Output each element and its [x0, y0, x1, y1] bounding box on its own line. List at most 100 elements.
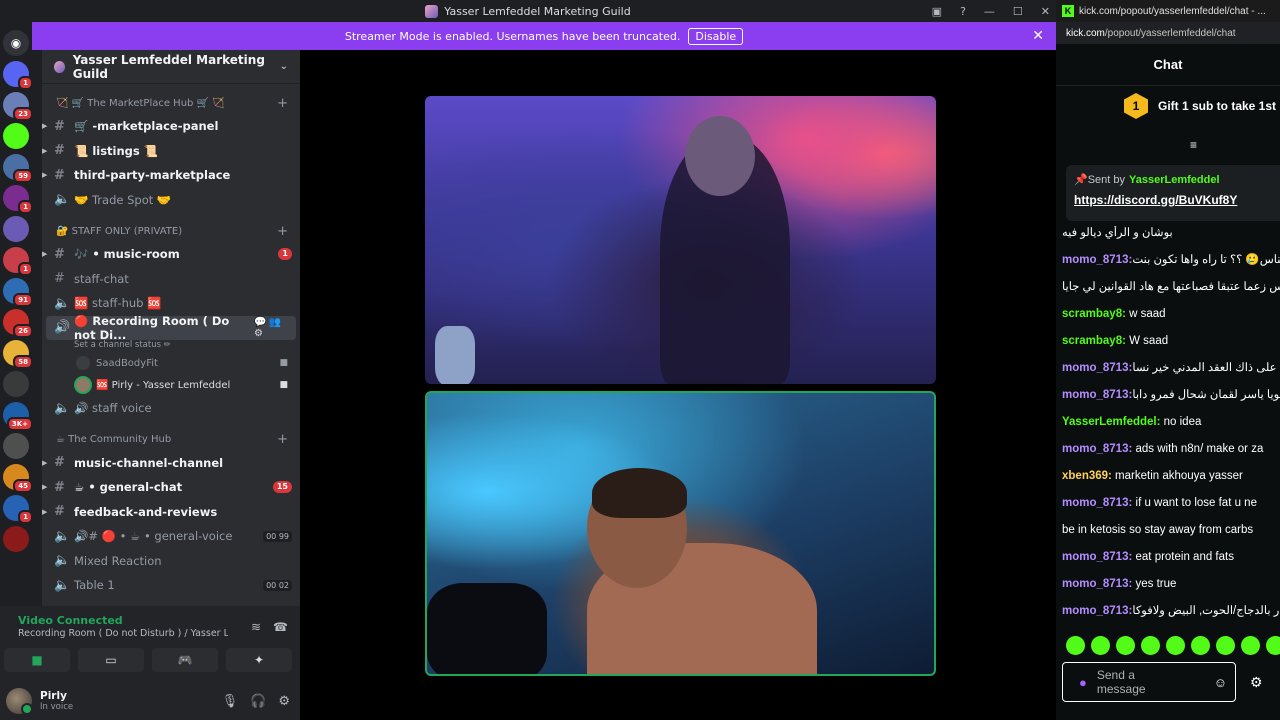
headphones-icon[interactable]: 🎧: [250, 694, 266, 709]
settings-gear-icon[interactable]: ⚙: [278, 694, 290, 709]
chat-username[interactable]: momo_8713:: [1062, 551, 1132, 563]
server-icon[interactable]: [3, 433, 29, 459]
chat-username[interactable]: momo_8713:: [1062, 254, 1132, 266]
channel-music-room[interactable]: ▶ # 🎶 • music-room 1: [42, 242, 300, 267]
chat-username[interactable]: momo_8713:: [1062, 578, 1132, 590]
close-icon[interactable]: ✕: [1041, 5, 1050, 18]
channel-staff-voice[interactable]: 🔈 🔊 staff voice: [42, 396, 300, 421]
channel-status[interactable]: Set a channel status ✏: [42, 340, 300, 352]
server-icon[interactable]: 1: [3, 61, 33, 90]
emote-icon[interactable]: [1191, 636, 1210, 655]
banner-close-icon[interactable]: ✕: [1032, 28, 1044, 44]
server-icon[interactable]: 26: [3, 309, 33, 338]
emote-icon[interactable]: [1216, 636, 1235, 655]
emote-icon[interactable]: [1266, 636, 1280, 655]
channel-marketplace-panel[interactable]: ▶ # 🛒 -marketplace-panel: [42, 114, 300, 139]
emoji-icon[interactable]: ☺: [1214, 675, 1227, 690]
user-status: In voice: [40, 702, 74, 712]
server-icon[interactable]: [3, 123, 29, 149]
emote-icon[interactable]: [1166, 636, 1185, 655]
video-tile[interactable]: [425, 96, 936, 384]
add-channel-icon[interactable]: +: [277, 96, 288, 111]
server-icon[interactable]: 1: [3, 247, 33, 276]
disconnect-icon[interactable]: ☎: [273, 620, 288, 634]
chat-settings-icon[interactable]: ⚙: [1250, 674, 1263, 691]
channel-recording-room[interactable]: 🔊 🔴 Recording Room ( Do not Di... 💬👥⚙: [46, 314, 296, 342]
server-icon[interactable]: 23: [3, 92, 33, 121]
speaker-icon: 🔈: [54, 192, 71, 208]
server-icon[interactable]: 1: [3, 185, 33, 214]
chat-message: momo_8713: eat protein and fats: [1056, 550, 1280, 565]
voice-member[interactable]: 🆘 Pirly - Yasser Lemfeddel ■: [42, 374, 300, 396]
server-icon[interactable]: [3, 526, 29, 552]
channel-staff-hub[interactable]: 🔈 🆘 staff-hub 🆘: [42, 291, 300, 316]
collapse-icon[interactable]: ≡: [1190, 138, 1197, 152]
add-channel-icon[interactable]: +: [277, 432, 288, 447]
channel-mixed-reaction[interactable]: 🔈 Mixed Reaction: [42, 549, 300, 574]
minimize-icon[interactable]: —: [984, 5, 995, 18]
server-icon[interactable]: 45: [3, 464, 33, 493]
video-tile-speaking[interactable]: [425, 391, 936, 676]
server-icon[interactable]: [3, 371, 29, 397]
channel-staff-chat[interactable]: # staff-chat: [42, 267, 300, 292]
add-channel-icon[interactable]: +: [277, 224, 288, 239]
camera-button[interactable]: ■: [4, 648, 70, 672]
user-info[interactable]: Pirly In voice: [40, 690, 73, 712]
gift-sub-banner[interactable]: 1 Gift 1 sub to take 1st: [1056, 86, 1280, 126]
channel-feedback[interactable]: ▶ # feedback-and-reviews: [42, 500, 300, 525]
emote-icon[interactable]: [1241, 636, 1260, 655]
voice-status[interactable]: Video Connected: [18, 614, 123, 627]
channel-general-chat[interactable]: ▶ # ☕ • general-chat 15: [42, 475, 300, 500]
chat-username[interactable]: momo_8713:: [1062, 497, 1132, 509]
chat-username[interactable]: momo_8713:: [1062, 443, 1132, 455]
help-icon[interactable]: ?: [960, 5, 966, 18]
discord-home-icon[interactable]: ◉: [3, 30, 29, 56]
channel-table-1[interactable]: 🔈 Table 1 00 02: [42, 573, 300, 598]
activities-button[interactable]: 🎮: [152, 648, 218, 672]
server-badge: 1: [18, 200, 33, 214]
server-icon[interactable]: 1: [3, 495, 33, 524]
server-icon[interactable]: 59: [3, 154, 33, 183]
url-bar[interactable]: kick.com/popout/yasserlemfeddel/chat: [1056, 22, 1280, 44]
category-marketplace[interactable]: 🏹 🛒 The MarketPlace Hub 🛒 🏹 +: [42, 92, 300, 114]
guild-header[interactable]: Yasser Lemfeddel Marketing Guild ⌄: [42, 50, 300, 84]
inbox-icon[interactable]: ▣: [932, 5, 942, 18]
avatar[interactable]: [6, 688, 33, 715]
voice-channel-name[interactable]: Recording Room ( Do not Disturb ) / Yass…: [18, 628, 228, 639]
screen-share-button[interactable]: ▭: [78, 648, 144, 672]
emote-icon[interactable]: [1116, 636, 1135, 655]
channel-music-channel[interactable]: ▶ # music-channel-channel: [42, 451, 300, 476]
pinned-sender: 📌 Sent by YasserLemfeddel: [1074, 173, 1272, 187]
channel-third-party-marketplace[interactable]: ▶ # third-party-marketplace: [42, 163, 300, 188]
channel-trade-spot[interactable]: 🔈 🤝 Trade Spot 🤝: [42, 188, 300, 213]
chat-username[interactable]: momo_8713:: [1062, 389, 1132, 401]
emote-icon[interactable]: [1141, 636, 1160, 655]
maximize-icon[interactable]: ☐: [1013, 5, 1023, 18]
chat-username[interactable]: momo_8713:: [1062, 362, 1132, 374]
chat-username[interactable]: xben369:: [1062, 470, 1112, 482]
server-icon[interactable]: [3, 216, 29, 242]
chat-username[interactable]: scrambay8:: [1062, 335, 1126, 347]
emote-icon[interactable]: [1091, 636, 1110, 655]
pinned-message[interactable]: 📌 Sent by YasserLemfeddel https://discor…: [1066, 165, 1280, 221]
pinned-link[interactable]: https://discord.gg/BuVKuf8Y: [1074, 193, 1272, 207]
chat-username[interactable]: scrambay8:: [1062, 308, 1126, 320]
microphone-icon[interactable]: 🎙: [222, 694, 239, 709]
disable-button[interactable]: Disable: [688, 27, 744, 45]
chat-username[interactable]: momo_8713:: [1062, 605, 1132, 617]
channel-tools-icons[interactable]: 💬👥⚙: [254, 317, 288, 339]
category-staff-only[interactable]: 🔐 STAFF ONLY (PRIVATE) +: [42, 220, 300, 242]
soundboard-button[interactable]: ✦: [226, 648, 292, 672]
server-icon[interactable]: 58: [3, 340, 33, 369]
hash-icon: #: [54, 504, 65, 520]
noise-suppression-icon[interactable]: ≋: [251, 620, 261, 634]
channel-listings[interactable]: ▶ # 📜 listings 📜: [42, 139, 300, 164]
voice-member[interactable]: SaadBodyFit ■: [42, 352, 300, 374]
server-icon[interactable]: 91: [3, 278, 33, 307]
chat-username[interactable]: YasserLemfeddel:: [1062, 416, 1160, 428]
channel-general-voice[interactable]: 🔈 🔊# 🔴 • ☕ • general-voice 00 99: [42, 524, 300, 549]
category-community-hub[interactable]: ☕ The Community Hub +: [42, 429, 300, 451]
server-icon[interactable]: 3K+: [3, 402, 33, 431]
emote-icon[interactable]: [1066, 636, 1085, 655]
send-message-input[interactable]: ● Send a message ☺: [1062, 662, 1236, 702]
